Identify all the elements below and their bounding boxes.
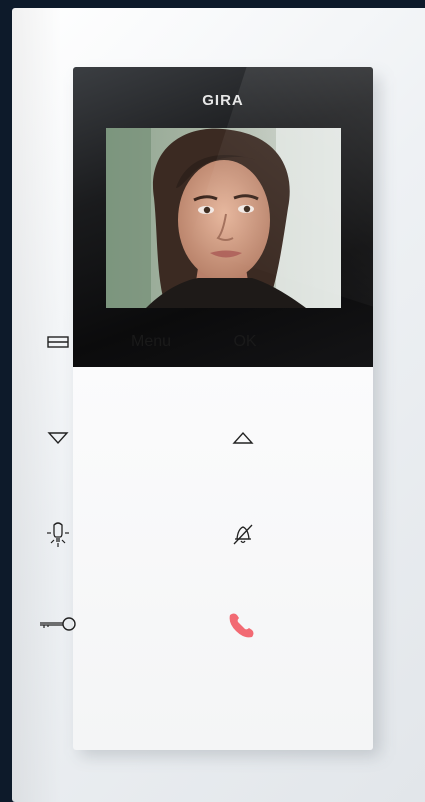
screen-toggle-button[interactable] xyxy=(40,330,76,354)
brand-logo: GIRA xyxy=(202,92,244,109)
arrow-up-button[interactable] xyxy=(225,426,261,450)
menu-button[interactable]: Menu xyxy=(117,330,185,354)
ok-label: OK xyxy=(233,333,257,350)
arrow-down-icon xyxy=(47,432,69,445)
intercom-device: GIRA xyxy=(73,67,373,750)
arrow-up-icon xyxy=(232,431,254,444)
door-key-icon xyxy=(40,617,76,631)
door-open-button[interactable] xyxy=(36,610,80,638)
screen-toggle-icon xyxy=(47,336,69,348)
mute-button[interactable] xyxy=(225,516,261,552)
phone-handset-icon xyxy=(229,613,254,638)
bell-mute-icon xyxy=(233,524,253,545)
ok-button[interactable]: OK xyxy=(225,330,265,354)
call-button[interactable] xyxy=(222,606,262,642)
menu-label: Menu xyxy=(130,333,172,350)
light-bulb-icon xyxy=(47,522,69,547)
video-screen xyxy=(106,128,341,308)
arrow-down-button[interactable] xyxy=(40,426,76,450)
display-panel: GIRA xyxy=(73,67,373,367)
visitor-video-image xyxy=(106,128,341,308)
keypad xyxy=(73,367,373,750)
light-button[interactable] xyxy=(40,516,76,552)
